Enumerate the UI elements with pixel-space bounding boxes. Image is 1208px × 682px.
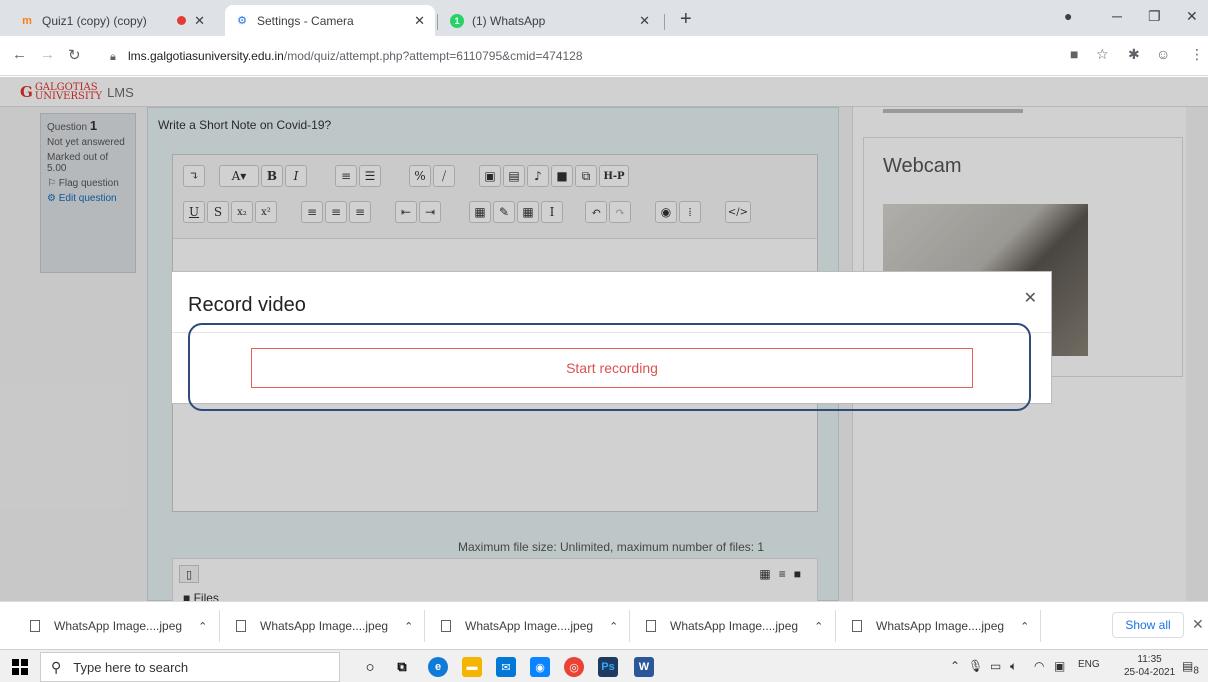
download-item[interactable]: WhatsApp Image....jpeg ⌃	[646, 616, 823, 636]
tray-chevron-up-icon[interactable]: ⌃	[950, 659, 960, 673]
gear-icon: ⚙	[237, 15, 247, 27]
chevron-up-icon[interactable]: ⌃	[404, 620, 413, 633]
minimize-icon[interactable]: ─	[1112, 8, 1122, 24]
camera-in-use-icon[interactable]: ■	[1070, 46, 1078, 62]
download-divider	[424, 610, 425, 642]
tab-title: Quiz1 (copy) (copy)	[42, 13, 147, 28]
bookmark-star-icon[interactable]: ☆	[1096, 46, 1109, 63]
language-indicator[interactable]: ENG	[1078, 659, 1100, 670]
edge-icon[interactable]: e	[428, 657, 448, 677]
close-tab-icon[interactable]: ✕	[194, 13, 205, 29]
file-icon	[236, 620, 246, 632]
download-divider	[835, 610, 836, 642]
chevron-up-icon[interactable]: ⌃	[609, 620, 618, 633]
tab-divider	[437, 14, 438, 30]
task-view-icon[interactable]: ⧉	[392, 657, 412, 677]
url-host: lms.galgotiasuniversity.edu.in	[128, 49, 284, 63]
download-divider	[219, 610, 220, 642]
volume-icon[interactable]: 🔈︎	[1010, 659, 1017, 674]
download-item[interactable]: WhatsApp Image....jpeg ⌃	[30, 616, 207, 636]
microphone-icon[interactable]: 🎙︎	[968, 659, 983, 673]
windows-taskbar: ⚲ Type here to search ○ ⧉ e ▬ ✉ ◉ ◎ Ps W…	[0, 649, 1208, 682]
windows-start-icon[interactable]	[12, 659, 28, 675]
battery-icon[interactable]: ▭	[990, 659, 1001, 673]
file-explorer-icon[interactable]: ▬	[462, 657, 482, 677]
download-filename: WhatsApp Image....jpeg	[54, 619, 183, 633]
photoshop-icon[interactable]: Ps	[598, 657, 618, 677]
chevron-up-icon[interactable]: ⌃	[198, 620, 207, 633]
chrome-icon[interactable]: ◎	[564, 657, 584, 677]
word-icon[interactable]: W	[634, 657, 654, 677]
tab-title: (1) WhatsApp	[472, 13, 546, 28]
close-icon[interactable]: ✕	[1192, 616, 1204, 633]
download-filename: WhatsApp Image....jpeg	[465, 619, 594, 633]
downloads-bar: WhatsApp Image....jpeg ⌃ WhatsApp Image..…	[0, 601, 1208, 649]
restore-icon[interactable]: ❐	[1148, 8, 1161, 25]
download-divider	[629, 610, 630, 642]
search-placeholder: Type here to search	[73, 659, 189, 675]
lock-icon: 🔒︎	[110, 51, 116, 63]
reload-icon[interactable]: ↻	[68, 46, 81, 64]
mail-icon[interactable]: ✉	[496, 657, 516, 677]
address-bar[interactable]: 🔒︎ lms.galgotiasuniversity.edu.in /mod/q…	[110, 42, 1150, 70]
tab-whatsapp[interactable]: 1 (1) WhatsApp ✕	[440, 5, 660, 36]
close-icon[interactable]: ✕	[1024, 288, 1037, 308]
close-tab-icon[interactable]: ✕	[414, 13, 425, 29]
recording-indicator-icon	[177, 16, 187, 25]
show-all-downloads-button[interactable]: Show all	[1112, 612, 1184, 638]
download-filename: WhatsApp Image....jpeg	[876, 619, 1005, 633]
start-recording-button[interactable]: Start recording	[251, 348, 973, 388]
browser-tab-strip: m Quiz1 (copy) (copy) ✕ ⚙ Settings - Cam…	[0, 0, 1208, 36]
browser-toolbar: ← → ↻ 🔒︎ lms.galgotiasuniversity.edu.in …	[0, 36, 1208, 76]
dialog-title: Record video	[188, 294, 306, 316]
file-icon	[30, 620, 40, 632]
extensions-icon[interactable]: ✱	[1128, 46, 1140, 63]
notification-count: 8	[1193, 665, 1199, 677]
notifications-icon[interactable]: ▤8	[1182, 659, 1199, 676]
clock-time: 11:35	[1137, 654, 1162, 665]
search-icon: ⚲	[51, 658, 62, 675]
forward-icon[interactable]: →	[40, 46, 55, 63]
download-item[interactable]: WhatsApp Image....jpeg ⌃	[852, 616, 1029, 636]
input-method-icon[interactable]: ▣	[1054, 659, 1065, 673]
clock-date: 25-04-2021	[1124, 667, 1176, 678]
back-icon[interactable]: ←	[12, 46, 27, 63]
close-tab-icon[interactable]: ✕	[639, 13, 650, 29]
file-icon	[852, 620, 862, 632]
download-filename: WhatsApp Image....jpeg	[260, 619, 389, 633]
dell-app-icon[interactable]: ◉	[530, 657, 550, 677]
tab-title: Settings - Camera	[257, 13, 354, 28]
whatsapp-icon: 1	[450, 13, 464, 28]
moodle-icon: m	[22, 14, 32, 27]
browser-account-icon[interactable]: ●	[1064, 8, 1072, 24]
wifi-icon[interactable]: ◠	[1034, 659, 1044, 673]
close-window-icon[interactable]: ✕	[1186, 8, 1198, 25]
download-divider	[1040, 610, 1041, 642]
download-item[interactable]: WhatsApp Image....jpeg ⌃	[441, 616, 618, 636]
tab-quiz[interactable]: m Quiz1 (copy) (copy) ✕	[10, 5, 215, 36]
file-icon	[646, 620, 656, 632]
new-tab-button[interactable]: +	[680, 9, 692, 29]
record-video-dialog: Record video ✕ Start recording	[171, 271, 1052, 411]
taskbar-search[interactable]: ⚲ Type here to search	[40, 652, 340, 682]
tab-settings-camera[interactable]: ⚙ Settings - Camera ✕	[225, 5, 435, 36]
chevron-up-icon[interactable]: ⌃	[1020, 620, 1029, 633]
url-path: /mod/quiz/attempt.php?attempt=6110795&cm…	[283, 49, 583, 63]
tab-divider	[664, 14, 665, 30]
chevron-up-icon[interactable]: ⌃	[814, 620, 823, 633]
menu-kebab-icon[interactable]: ⋮	[1190, 46, 1204, 63]
profile-avatar-icon[interactable]: ☺	[1156, 46, 1170, 62]
system-clock[interactable]: 11:35 25-04-2021	[1124, 653, 1175, 679]
cortana-icon[interactable]: ○	[360, 657, 380, 677]
file-icon	[441, 620, 451, 632]
download-item[interactable]: WhatsApp Image....jpeg ⌃	[236, 616, 413, 636]
download-filename: WhatsApp Image....jpeg	[670, 619, 799, 633]
